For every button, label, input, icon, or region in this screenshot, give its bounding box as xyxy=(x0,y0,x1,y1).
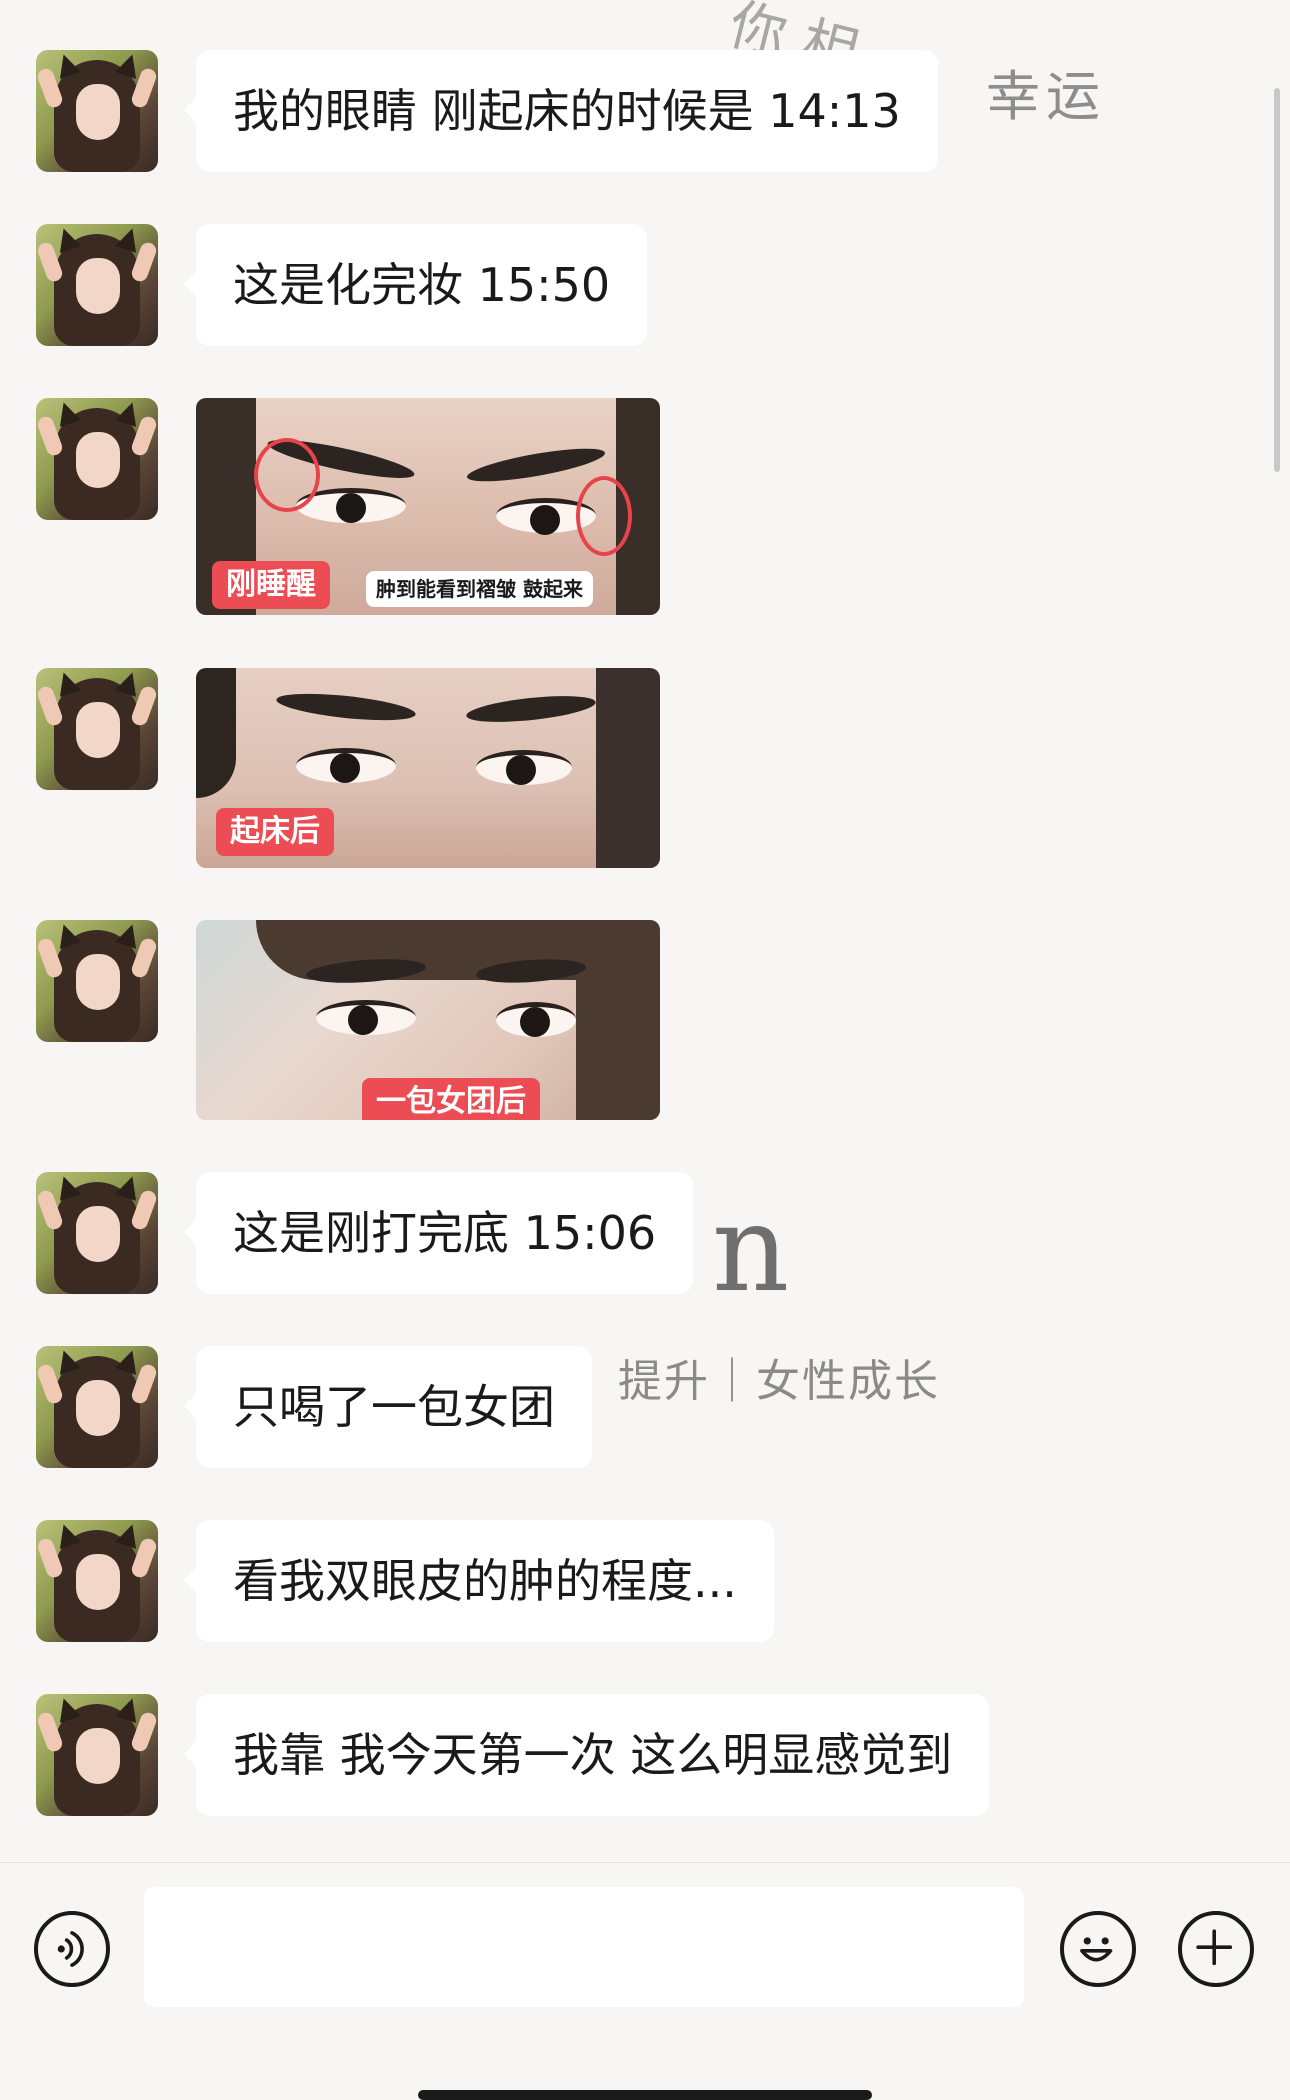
voice-icon xyxy=(57,1931,84,1967)
avatar[interactable] xyxy=(36,668,158,790)
avatar[interactable] xyxy=(36,1346,158,1468)
photo-note: 肿到能看到褶皱 鼓起来 xyxy=(366,571,593,607)
avatar[interactable] xyxy=(36,1520,158,1642)
avatar[interactable] xyxy=(36,1694,158,1816)
message-bubble[interactable]: 看我双眼皮的肿的程度... xyxy=(184,1520,774,1642)
avatar[interactable] xyxy=(36,50,158,172)
photo-tag: 起床后 xyxy=(216,808,334,856)
message-bubble[interactable]: 我的眼睛 刚起床的时候是 14:13 xyxy=(184,50,938,172)
eye-photo-after-getting-up[interactable]: 起床后 xyxy=(196,668,660,868)
scrollbar[interactable] xyxy=(1274,88,1280,472)
message-bubble[interactable]: 这是化完妆 15:50 xyxy=(183,224,648,346)
eye-photo-after-drink[interactable]: 一包女团后 xyxy=(196,920,660,1120)
avatar[interactable] xyxy=(36,224,158,346)
eye-photo-just-woke[interactable]: 刚睡醒 肿到能看到褶皱 鼓起来 xyxy=(196,398,660,615)
highlight-circle xyxy=(576,476,632,556)
plus-button[interactable] xyxy=(1178,1911,1254,1987)
message-bubble[interactable]: 只喝了一包女团 xyxy=(184,1346,592,1468)
wallpaper-tagline: 提升｜女性成长 xyxy=(618,1356,940,1407)
emoji-icon xyxy=(1080,1937,1113,1962)
wallpaper-letter: n xyxy=(712,1180,790,1319)
input-bar xyxy=(0,1862,1290,2096)
highlight-circle xyxy=(254,438,320,512)
emoji-button[interactable] xyxy=(1060,1911,1136,1987)
voice-button[interactable] xyxy=(34,1911,110,1987)
photo-tag: 一包女团后 xyxy=(362,1078,540,1120)
avatar[interactable] xyxy=(36,1172,158,1294)
message-input[interactable] xyxy=(144,1887,1024,2007)
photo-tag: 刚睡醒 xyxy=(212,561,330,609)
plus-icon xyxy=(1196,1929,1233,1966)
avatar[interactable] xyxy=(36,920,158,1042)
home-indicator[interactable] xyxy=(418,2090,872,2100)
message-bubble[interactable]: 我靠 我今天第一次 这么明显感觉到 xyxy=(183,1694,990,1816)
avatar[interactable] xyxy=(36,398,158,520)
message-bubble[interactable]: 这是刚打完底 15:06 xyxy=(183,1172,694,1294)
wallpaper-lucky-text: 幸运 xyxy=(986,65,1106,128)
